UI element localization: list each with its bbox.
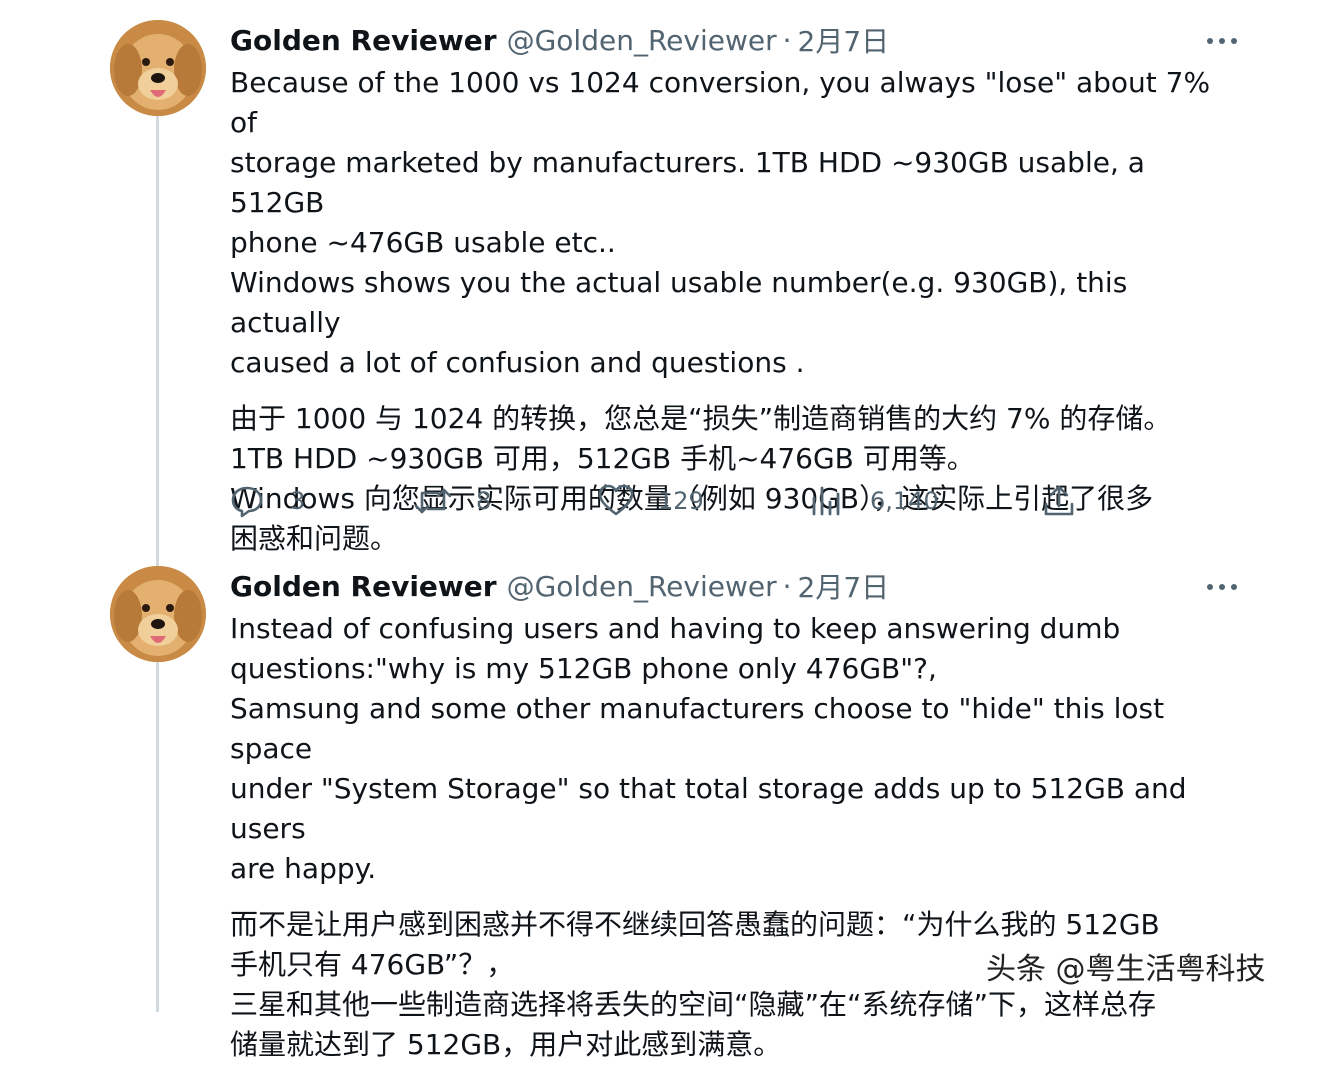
dog-avatar-image xyxy=(110,566,206,662)
text-line: Windows shows you the actual usable numb… xyxy=(230,266,1128,339)
text-line: under "System Storage" so that total sto… xyxy=(230,772,1187,845)
avatar[interactable] xyxy=(110,20,206,116)
retweet-button[interactable]: 8 xyxy=(414,481,491,521)
like-button[interactable]: 129 xyxy=(598,481,704,521)
tweet-date[interactable]: 2月7日 xyxy=(798,20,890,60)
text-line: phone ~476GB usable etc.. xyxy=(230,226,616,259)
heart-icon xyxy=(598,484,634,516)
text-line: storage marketed by manufacturers. 1TB H… xyxy=(230,146,1145,219)
tweet-1[interactable]: Golden Reviewer @Golden_Reviewer · 2月7日 … xyxy=(0,0,1326,555)
tweet-text: Instead of confusing users and having to… xyxy=(230,609,1240,1065)
tweet-2[interactable]: Golden Reviewer @Golden_Reviewer · 2月7日 … xyxy=(0,546,1326,1061)
share-button[interactable] xyxy=(1042,481,1076,521)
text-line: questions:"why is my 512GB phone only 47… xyxy=(230,652,937,685)
like-count: 129 xyxy=(658,487,704,515)
tweet-header: Golden Reviewer @Golden_Reviewer · 2月7日 xyxy=(230,566,889,606)
views-chart-icon xyxy=(812,486,840,516)
tweet-paragraph-chinese: 由于 1000 与 1024 的转换，您总是“损失”制造商销售的大约 7% 的存… xyxy=(230,399,1240,559)
author-name[interactable]: Golden Reviewer xyxy=(230,24,497,57)
text-line: 储量就达到了 512GB，用户对此感到满意。 xyxy=(230,1028,782,1061)
text-line: 而不是让用户感到困惑并不得不继续回答愚蠢的问题：“为什么我的 512GB xyxy=(230,908,1160,941)
more-dots-icon xyxy=(1207,584,1237,590)
views-button[interactable]: 6,140 xyxy=(810,481,939,521)
views-count: 6,140 xyxy=(870,487,939,515)
author-handle[interactable]: @Golden_Reviewer xyxy=(507,570,777,603)
reply-count: 3 xyxy=(290,487,306,515)
source-watermark: 头条 @粤生活粤科技 xyxy=(986,952,1266,987)
text-line: 1TB HDD ~930GB 可用，512GB 手机~476GB 可用等。 xyxy=(230,442,975,475)
text-line: 手机只有 476GB”？， xyxy=(230,948,515,981)
separator-dot: · xyxy=(782,23,792,57)
retweet-count: 8 xyxy=(476,487,492,515)
more-options-button[interactable] xyxy=(1200,26,1244,56)
author-name[interactable]: Golden Reviewer xyxy=(230,570,497,603)
text-line: Samsung and some other manufacturers cho… xyxy=(230,692,1165,765)
text-line: are happy. xyxy=(230,852,377,885)
text-line: Because of the 1000 vs 1024 conversion, … xyxy=(230,66,1211,139)
tweet-paragraph-english: Because of the 1000 vs 1024 conversion, … xyxy=(230,63,1240,383)
retweet-icon xyxy=(414,488,452,514)
share-icon xyxy=(1044,485,1074,516)
tweet-header: Golden Reviewer @Golden_Reviewer · 2月7日 xyxy=(230,20,889,60)
avatar[interactable] xyxy=(110,566,206,662)
more-dots-icon xyxy=(1207,38,1237,44)
reply-button[interactable]: 3 xyxy=(230,481,305,521)
tweet-date[interactable]: 2月7日 xyxy=(798,566,890,606)
reply-icon xyxy=(231,486,263,518)
text-line: Instead of confusing users and having to… xyxy=(230,612,1121,645)
tweet-paragraph-english: Instead of confusing users and having to… xyxy=(230,609,1240,889)
tweet-actions: 3 8 129 6,140 xyxy=(230,481,1090,521)
text-line: caused a lot of confusion and questions … xyxy=(230,346,805,379)
more-options-button[interactable] xyxy=(1200,572,1244,602)
text-line: 由于 1000 与 1024 的转换，您总是“损失”制造商销售的大约 7% 的存… xyxy=(230,402,1172,435)
separator-dot: · xyxy=(782,569,792,603)
author-handle[interactable]: @Golden_Reviewer xyxy=(507,24,777,57)
text-line: 三星和其他一些制造商选择将丢失的空间“隐藏”在“系统存储”下，这样总存 xyxy=(230,988,1157,1021)
dog-avatar-image xyxy=(110,20,206,116)
